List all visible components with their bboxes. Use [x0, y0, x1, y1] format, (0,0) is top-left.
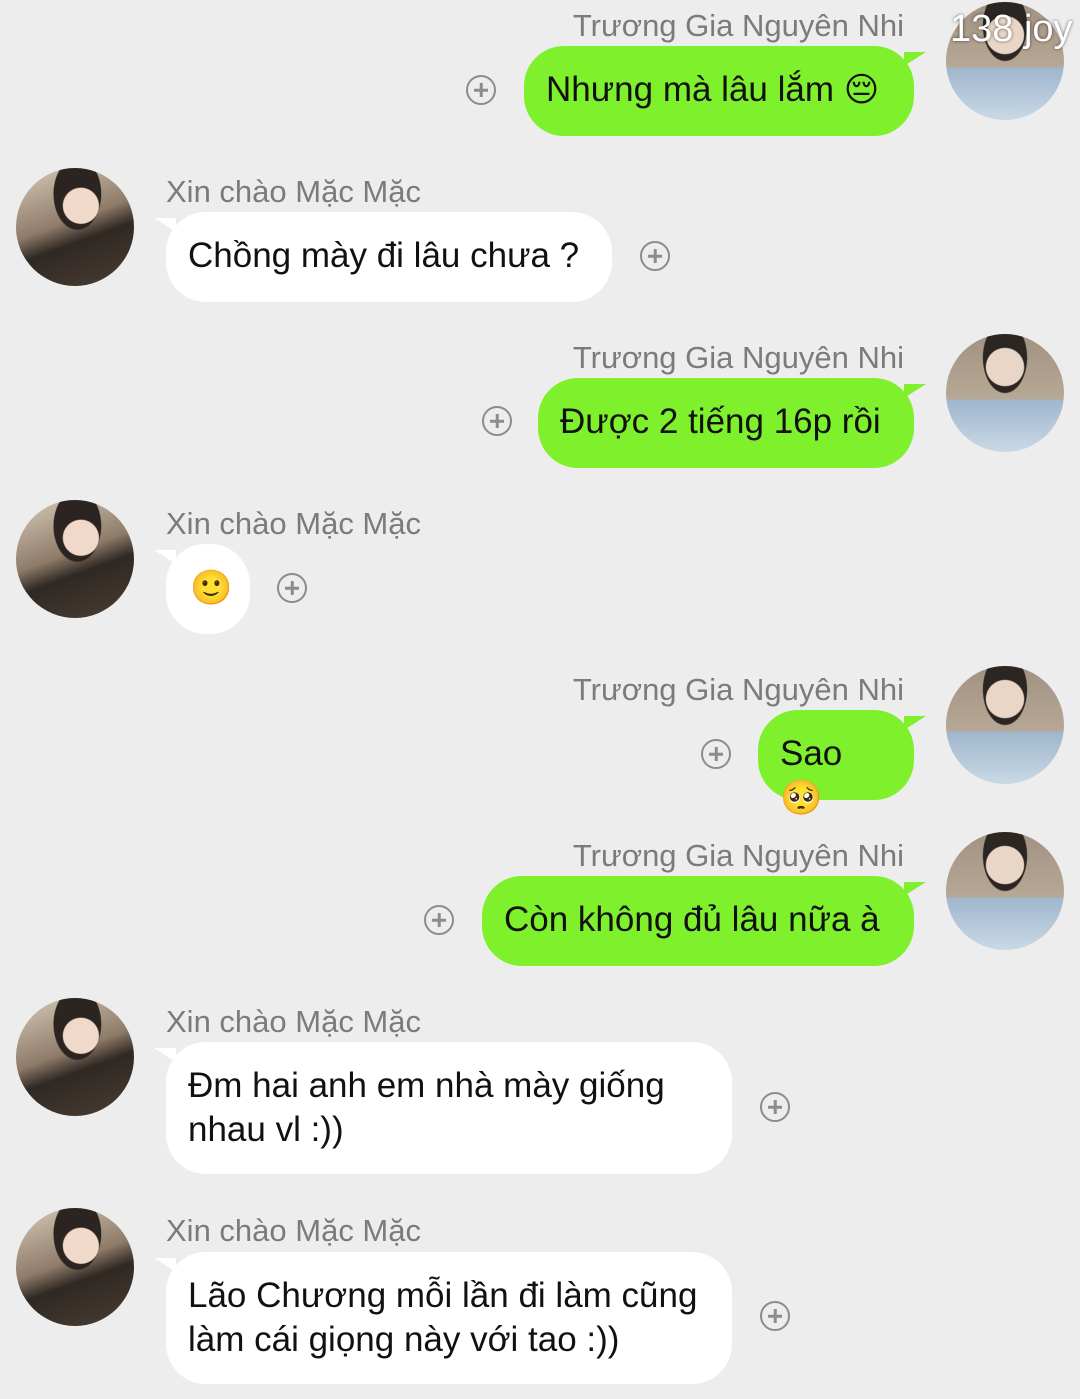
sender-name: Trương Gia Nguyên Nhi: [572, 672, 904, 707]
user-avatar-icon[interactable]: [946, 334, 1064, 452]
smiley-emoji: 🙂: [190, 568, 233, 608]
sender-name: Trương Gia Nguyên Nhi: [572, 838, 904, 873]
sender-name: Trương Gia Nguyên Nhi: [572, 340, 904, 375]
message-text: Sao: [780, 734, 843, 773]
plus-circle-icon[interactable]: [701, 739, 731, 769]
message-bubble[interactable]: Chồng mày đi lâu chưa ?: [154, 212, 612, 302]
plus-circle-icon[interactable]: [466, 75, 496, 105]
plus-circle-icon[interactable]: [760, 1092, 790, 1122]
user-avatar-icon[interactable]: [946, 666, 1064, 784]
message-bubble[interactable]: 🙂: [154, 544, 250, 634]
sender-name: Trương Gia Nguyên Nhi: [572, 8, 904, 43]
watermark-label: 138 joy: [950, 8, 1073, 50]
plus-circle-icon[interactable]: [277, 573, 307, 603]
friend-avatar-icon[interactable]: [16, 998, 134, 1116]
plus-circle-icon[interactable]: [424, 905, 454, 935]
sender-name: Xin chào Mặc Mặc: [166, 174, 421, 209]
plus-circle-icon[interactable]: [640, 241, 670, 271]
friend-avatar-icon[interactable]: [16, 1208, 134, 1326]
user-avatar-icon[interactable]: [946, 832, 1064, 950]
message-bubble[interactable]: Còn không đủ lâu nữa à: [482, 876, 926, 966]
friend-avatar-icon[interactable]: [16, 500, 134, 618]
message-bubble[interactable]: Lão Chương mỗi lần đi làm cũng làm cái g…: [154, 1252, 732, 1384]
pleading-emoji: 🥺: [780, 778, 823, 818]
message-bubble[interactable]: Được 2 tiếng 16p rồi: [538, 378, 926, 468]
sender-name: Xin chào Mặc Mặc: [166, 506, 421, 541]
message-text: Nhưng mà lâu lắm: [546, 70, 834, 109]
sender-name: Xin chào Mặc Mặc: [166, 1213, 421, 1248]
pensive-emoji: 😔: [843, 70, 880, 110]
message-bubble[interactable]: Nhưng mà lâu lắm 😔: [524, 46, 926, 136]
friend-avatar-icon[interactable]: [16, 168, 134, 286]
sender-name: Xin chào Mặc Mặc: [166, 1004, 421, 1039]
message-bubble[interactable]: Sao 🥺: [758, 710, 926, 818]
message-bubble[interactable]: Đm hai anh em nhà mày giống nhau vl :)): [154, 1042, 732, 1174]
plus-circle-icon[interactable]: [760, 1301, 790, 1331]
plus-circle-icon[interactable]: [482, 406, 512, 436]
